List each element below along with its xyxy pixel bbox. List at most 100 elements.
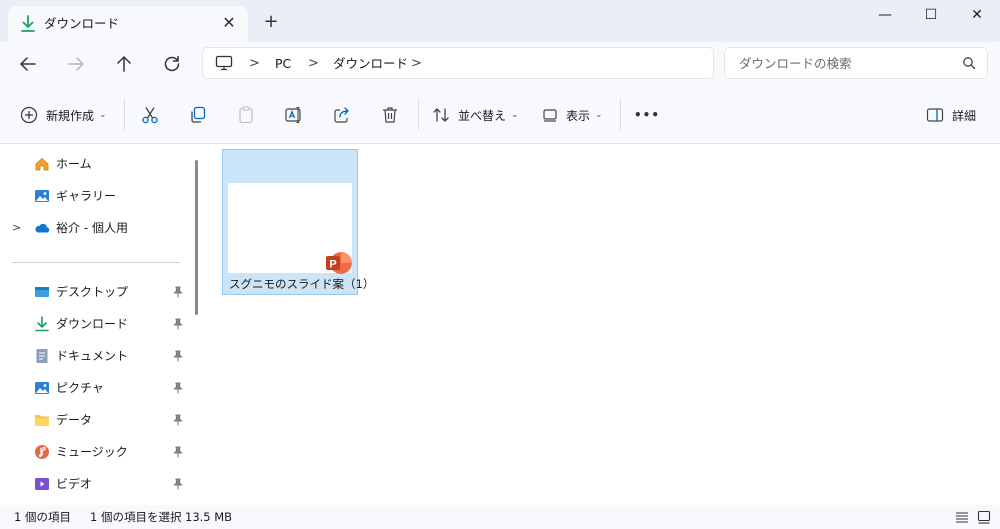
sidebar-item-documents[interactable]: ドキュメント: [0, 340, 190, 372]
sidebar-item-label: ドキュメント: [56, 349, 129, 363]
toolbar-divider: [418, 98, 419, 130]
command-bar: 新規作成 ⌄ 並べ替え ⌄ 表示 ⌄ ••• 詳細: [0, 86, 1000, 144]
forward-button[interactable]: [64, 52, 88, 76]
file-name: スグニモのスライド案（1）: [229, 277, 375, 291]
details-button[interactable]: 詳細: [926, 86, 976, 144]
sort-button[interactable]: 並べ替え ⌄: [432, 86, 519, 144]
sidebar-item-pictures[interactable]: ピクチャ: [0, 372, 190, 404]
sidebar-item-label: デスクトップ: [56, 285, 129, 299]
sidebar-item-label: データ: [56, 413, 93, 427]
selection-count: 1 個の項目を選択: [90, 510, 182, 524]
cut-button[interactable]: [140, 86, 160, 144]
new-button[interactable]: 新規作成 ⌄: [20, 86, 107, 144]
sidebar-item-music[interactable]: ミュージック: [0, 436, 190, 468]
scissors-icon: [142, 107, 158, 124]
paste-button[interactable]: [236, 86, 256, 144]
maximize-button[interactable]: ☐: [908, 0, 954, 30]
chevron-right-icon[interactable]: >: [12, 221, 21, 235]
tab-title: ダウンロード: [44, 16, 120, 31]
sidebar-divider: [12, 262, 180, 263]
sidebar-item-label: ギャラリー: [56, 189, 117, 203]
chevron-down-icon: ⌄: [99, 110, 107, 120]
more-icon: •••: [634, 108, 661, 122]
refresh-icon: [164, 55, 180, 72]
chevron-down-icon: ⌄: [595, 110, 603, 120]
tab-downloads[interactable]: ダウンロード ✕: [8, 6, 248, 42]
minimize-button[interactable]: —: [862, 0, 908, 30]
status-bar: 1 個の項目 1 個の項目を選択 13.5 MB: [0, 505, 1000, 529]
large-icons-view-icon[interactable]: [977, 510, 991, 524]
sidebar-item-label: ダウンロード: [56, 317, 129, 331]
sidebar-item-label: ピクチャ: [56, 381, 104, 395]
back-button[interactable]: [16, 52, 40, 76]
music-icon: [35, 445, 49, 459]
sidebar-item-downloads[interactable]: ダウンロード: [0, 308, 190, 340]
sort-icon: [433, 108, 449, 122]
sidebar-item-onedrive[interactable]: > 裕介 - 個人用: [0, 212, 190, 244]
search-box[interactable]: ダウンロードの検索: [724, 47, 988, 79]
pin-icon: [173, 446, 183, 458]
sidebar-item-label: ミュージック: [56, 445, 128, 459]
pin-icon: [173, 478, 183, 490]
rename-button[interactable]: [284, 86, 304, 144]
close-window-button[interactable]: ✕: [954, 0, 1000, 30]
sidebar-item-videos[interactable]: ビデオ: [0, 468, 190, 500]
pin-icon: [173, 382, 183, 394]
pin-icon: [173, 414, 183, 426]
home-icon: [35, 157, 49, 171]
rename-icon: [285, 106, 301, 124]
sidebar-item-home[interactable]: ホーム: [0, 148, 190, 180]
share-button[interactable]: [332, 86, 352, 144]
view-button[interactable]: 表示 ⌄: [542, 86, 603, 144]
selection-size: 13.5 MB: [185, 510, 233, 524]
breadcrumb-separator: >: [249, 56, 260, 71]
download-icon: [21, 15, 35, 32]
desktop-icon: [35, 287, 49, 297]
document-icon: [36, 349, 48, 363]
trash-icon: [383, 107, 397, 123]
address-bar[interactable]: > PC > ダウンロード >: [202, 47, 714, 79]
pin-icon: [173, 286, 183, 298]
breadcrumb-pc[interactable]: PC: [275, 56, 291, 72]
copy-icon: [191, 106, 206, 123]
details-view-icon[interactable]: [955, 510, 969, 524]
chevron-down-icon: ⌄: [511, 110, 519, 120]
forward-arrow-icon: [68, 57, 84, 71]
details-label: 詳細: [952, 108, 977, 123]
more-options-button[interactable]: •••: [634, 86, 660, 144]
view-icon: [543, 109, 557, 122]
pc-icon: [215, 55, 233, 71]
pin-icon: [173, 318, 183, 330]
download-icon: [35, 316, 49, 332]
folder-icon: [35, 415, 49, 426]
delete-button[interactable]: [380, 86, 400, 144]
up-button[interactable]: [112, 52, 136, 76]
breadcrumb-downloads[interactable]: ダウンロード: [333, 56, 408, 72]
plus-circle-icon: [20, 106, 38, 124]
sidebar-scrollbar[interactable]: [195, 160, 198, 315]
paste-icon: [239, 106, 253, 124]
view-label: 表示: [566, 108, 591, 123]
file-item[interactable]: P スグニモのスライド案（1）: [222, 149, 374, 295]
sidebar-item-gallery[interactable]: ギャラリー: [0, 180, 190, 212]
video-icon: [35, 478, 49, 490]
title-bar: ダウンロード ✕ + — ☐ ✕: [0, 0, 1000, 42]
sidebar-item-label: 裕介 - 個人用: [56, 221, 128, 235]
sidebar-item-label: ビデオ: [56, 477, 93, 491]
sidebar-item-label: ホーム: [56, 157, 92, 171]
breadcrumb-separator[interactable]: >: [411, 56, 422, 72]
search-input[interactable]: ダウンロードの検索: [739, 56, 852, 72]
details-pane-icon: [926, 108, 944, 122]
sidebar-item-desktop[interactable]: デスクトップ: [0, 276, 190, 308]
svg-text:P: P: [329, 259, 336, 271]
pictures-icon: [35, 382, 49, 394]
sidebar-item-data[interactable]: データ: [0, 404, 190, 436]
toolbar-divider: [124, 98, 125, 130]
new-tab-button[interactable]: +: [262, 13, 280, 31]
copy-button[interactable]: [188, 86, 208, 144]
toolbar-divider: [620, 98, 621, 130]
search-icon: [963, 57, 976, 70]
refresh-button[interactable]: [160, 52, 184, 76]
navigation-pane: ホーム ギャラリー > 裕介 - 個人用 デスクトップ ダウンロード ドキュメン…: [0, 144, 204, 505]
close-tab-button[interactable]: ✕: [219, 13, 239, 33]
